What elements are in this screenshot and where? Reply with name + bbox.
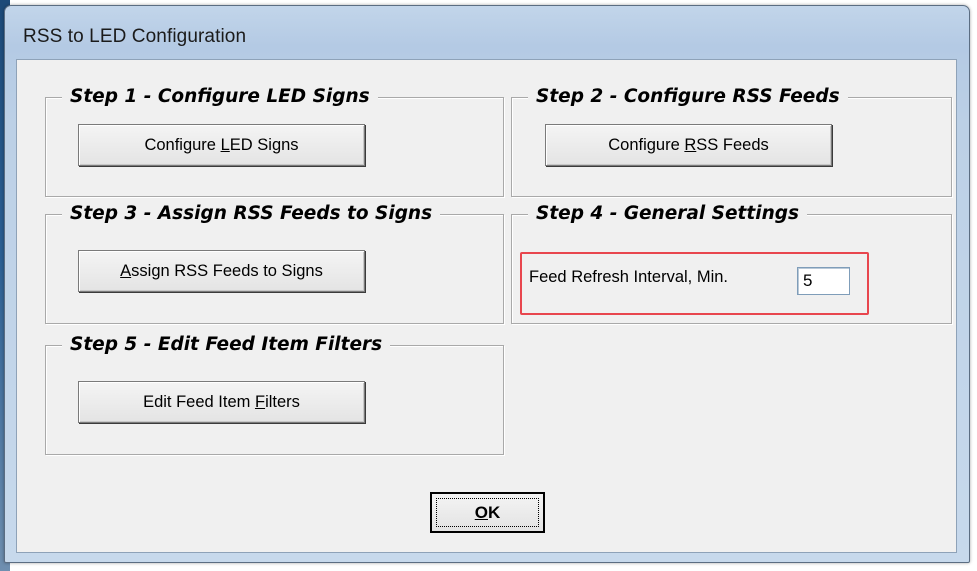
dialog-client-area: Step 1 - Configure LED Signs Configure L…	[16, 59, 957, 553]
edit-feed-item-filters-label: Edit Feed Item Filters	[143, 392, 300, 411]
step4-legend: Step 4 - General Settings	[528, 200, 807, 228]
step5-legend: Step 5 - Edit Feed Item Filters	[62, 331, 391, 359]
step1-legend: Step 1 - Configure LED Signs	[62, 83, 378, 111]
step2-legend: Step 2 - Configure RSS Feeds	[528, 83, 848, 111]
edit-feed-item-filters-button[interactable]: Edit Feed Item Filters	[78, 381, 365, 423]
configure-rss-feeds-label: Configure RSS Feeds	[608, 135, 769, 154]
step3-legend: Step 3 - Assign RSS Feeds to Signs	[62, 200, 441, 228]
configure-led-signs-button[interactable]: Configure LED Signs	[78, 124, 365, 166]
config-dialog: RSS to LED Configuration Step 1 - Config…	[4, 5, 970, 563]
refresh-interval-label: Feed Refresh Interval, Min.	[529, 268, 728, 286]
configure-rss-feeds-button[interactable]: Configure RSS Feeds	[545, 124, 832, 166]
assign-rss-feeds-button[interactable]: Assign RSS Feeds to Signs	[78, 250, 365, 292]
window-title: RSS to LED Configuration	[23, 26, 247, 47]
ok-button[interactable]: OK	[430, 492, 545, 533]
configure-led-signs-label: Configure LED Signs	[144, 135, 299, 154]
refresh-interval-input[interactable]	[797, 267, 850, 295]
assign-rss-feeds-label: Assign RSS Feeds to Signs	[120, 261, 323, 280]
ok-label: OK	[474, 502, 501, 522]
